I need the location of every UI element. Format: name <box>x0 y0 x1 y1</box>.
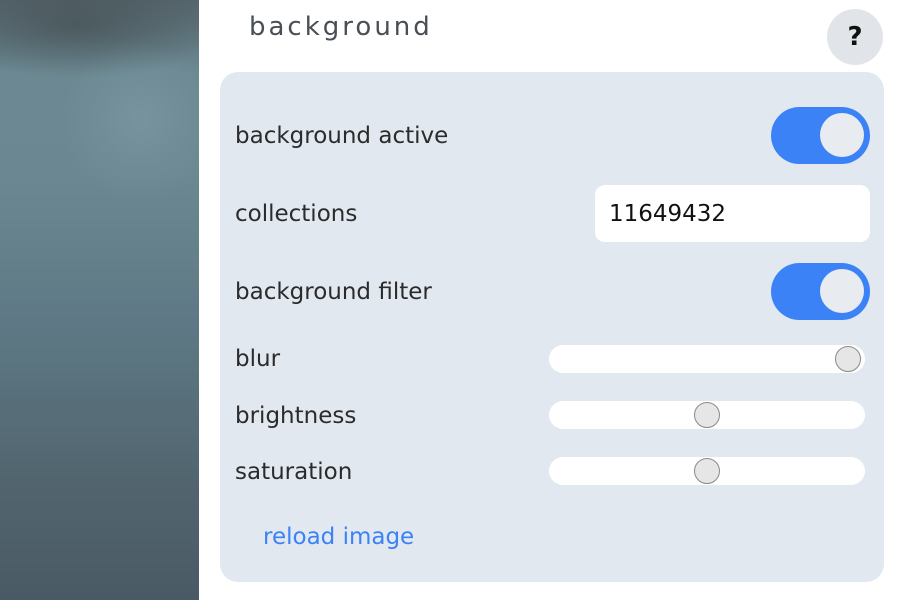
blur-slider-thumb[interactable] <box>835 346 861 372</box>
blur-label: blur <box>235 346 281 372</box>
saturation-label: saturation <box>235 459 353 485</box>
brightness-slider[interactable] <box>549 401 865 429</box>
help-icon: ? <box>847 22 863 52</box>
toggle-knob <box>820 113 864 157</box>
saturation-slider[interactable] <box>549 457 865 485</box>
brightness-slider-thumb[interactable] <box>694 402 720 428</box>
background-preview <box>0 0 199 600</box>
background-filter-label: background filter <box>235 279 432 305</box>
background-active-label: background active <box>235 123 449 149</box>
toggle-knob <box>820 269 864 313</box>
saturation-slider-thumb[interactable] <box>694 458 720 484</box>
page-title: background <box>249 12 433 42</box>
blur-slider[interactable] <box>549 345 865 373</box>
reload-image-link[interactable]: reload image <box>263 524 414 550</box>
collections-input[interactable] <box>595 185 870 242</box>
settings-card: background active collections background… <box>220 72 884 582</box>
brightness-label: brightness <box>235 403 357 429</box>
help-button[interactable]: ? <box>827 9 883 65</box>
collections-label: collections <box>235 201 358 227</box>
background-active-toggle[interactable] <box>771 107 870 164</box>
background-filter-toggle[interactable] <box>771 263 870 320</box>
